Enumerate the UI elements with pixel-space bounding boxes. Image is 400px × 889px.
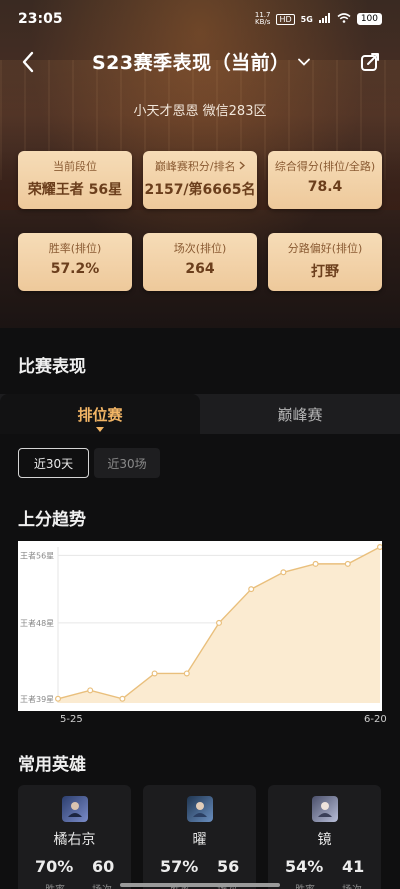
hero-games: 60 [92, 857, 115, 876]
hero-win-rate: 54% [285, 857, 324, 876]
hero-win-rate: 70% [35, 857, 74, 876]
y-tick-label: 王者56星 [20, 551, 54, 560]
season-selector[interactable]: S23赛季表现（当前） [92, 48, 310, 75]
stat-card-winrate: 胜率(排位) 57.2% [18, 233, 132, 291]
trend-point [183, 670, 190, 677]
trend-chart-svg: 王者56星王者48星王者39星 [20, 544, 382, 704]
hero-portrait-icon [68, 802, 82, 817]
chevron-down-icon [297, 58, 310, 66]
mode-tabs: 排位赛 巅峰赛 [0, 394, 400, 434]
stat-label: 巅峰赛积分/排名 [143, 158, 257, 174]
stat-label: 胜率(排位) [48, 242, 102, 255]
hero-avatar [187, 796, 213, 822]
hero-win-rate: 57% [160, 857, 199, 876]
stat-value: 78.4 [307, 179, 343, 195]
hero-games-label: 场次 [92, 881, 112, 889]
trend-point [216, 619, 223, 626]
signal-icon [318, 12, 331, 26]
stat-label: 场次(排位) [173, 242, 227, 255]
stat-card-peak[interactable]: 巅峰赛积分/排名 2157/第6665名 [143, 151, 257, 209]
back-button[interactable] [14, 48, 42, 76]
rank-trend-chart: 王者56星王者48星王者39星 [18, 541, 382, 711]
hero-card[interactable]: 镜 54% 41 胜率 场次 [268, 785, 381, 889]
range-30-games-button[interactable]: 近30场 [94, 448, 160, 478]
trend-point [312, 560, 319, 567]
trend-point [377, 544, 382, 550]
hero-games: 56 [217, 857, 240, 876]
trend-point [151, 670, 158, 677]
stat-label: 综合得分(排位/全路) [274, 160, 376, 173]
hero-card[interactable]: 橘右京 70% 60 胜率 场次 [18, 785, 131, 889]
hero-games-label: 场次 [342, 881, 362, 889]
hd-badge: HD [276, 13, 295, 25]
hero-name: 镜 [317, 832, 332, 848]
hero-card[interactable]: 曜 57% 56 胜率 场次 [143, 785, 256, 889]
trend-point [280, 569, 287, 576]
section-title-trend: 上分趋势 [18, 510, 86, 530]
chevron-left-icon [22, 51, 34, 73]
trend-point [54, 695, 61, 702]
hero-avatar [62, 796, 88, 822]
home-indicator[interactable] [120, 883, 280, 887]
stat-value: 荣耀王者 56星 [27, 182, 123, 198]
stat-value: 2157/第6665名 [144, 182, 256, 198]
section-title-heroes: 常用英雄 [18, 755, 86, 775]
range-30-days-button[interactable]: 近30天 [18, 448, 89, 478]
stat-label: 当前段位 [53, 160, 97, 173]
stat-value: 57.2% [50, 261, 100, 277]
x-tick-start: 5-25 [60, 714, 83, 725]
x-tick-end: 6-20 [364, 714, 387, 725]
stat-value: 打野 [311, 264, 339, 280]
network-speed: 11.7 KB/s [254, 11, 271, 26]
player-info: 小天才恩恩 微信283区 [133, 104, 267, 119]
top-nav: S23赛季表现（当前） [0, 40, 400, 84]
stat-card-rank: 当前段位 荣耀王者 56星 [18, 151, 132, 209]
hero-name: 橘右京 [53, 832, 96, 848]
hero-win-label: 胜率 [295, 881, 315, 889]
page-title: S23赛季表现（当前） [92, 52, 290, 74]
hero-portrait-icon [318, 802, 332, 817]
status-bar: 23:05 11.7 KB/s HD 5G 100 [0, 0, 400, 38]
y-tick-label: 王者39星 [20, 695, 54, 704]
trend-point [87, 687, 94, 694]
battery-icon: 100 [356, 13, 382, 25]
hero-win-label: 胜率 [45, 881, 65, 889]
trend-point [344, 560, 351, 567]
hero-name: 曜 [192, 832, 207, 848]
y-tick-label: 王者48星 [20, 619, 54, 628]
trend-point [248, 586, 255, 593]
caret-down-icon [96, 427, 104, 432]
chevron-right-icon [239, 161, 246, 170]
trend-point [119, 695, 126, 702]
hero-avatar [312, 796, 338, 822]
status-icons: 11.7 KB/s HD 5G 100 [255, 12, 382, 26]
hero-games: 41 [342, 857, 365, 876]
stat-label: 分路偏好(排位) [287, 242, 363, 255]
stat-value: 264 [185, 261, 215, 277]
share-button[interactable] [356, 48, 384, 76]
stat-label-text: 巅峰赛积分/排名 [154, 160, 236, 173]
section-title-performance: 比赛表现 [18, 357, 86, 377]
tab-peak[interactable]: 巅峰赛 [200, 394, 400, 434]
network-type: 5G [300, 14, 313, 24]
stat-card-role: 分路偏好(排位) 打野 [268, 233, 382, 291]
stat-card-score: 综合得分(排位/全路) 78.4 [268, 151, 382, 209]
hero-portrait-icon [193, 802, 207, 817]
stat-card-games: 场次(排位) 264 [143, 233, 257, 291]
wifi-icon [337, 12, 351, 26]
share-icon [361, 53, 379, 71]
status-time: 23:05 [18, 11, 63, 27]
